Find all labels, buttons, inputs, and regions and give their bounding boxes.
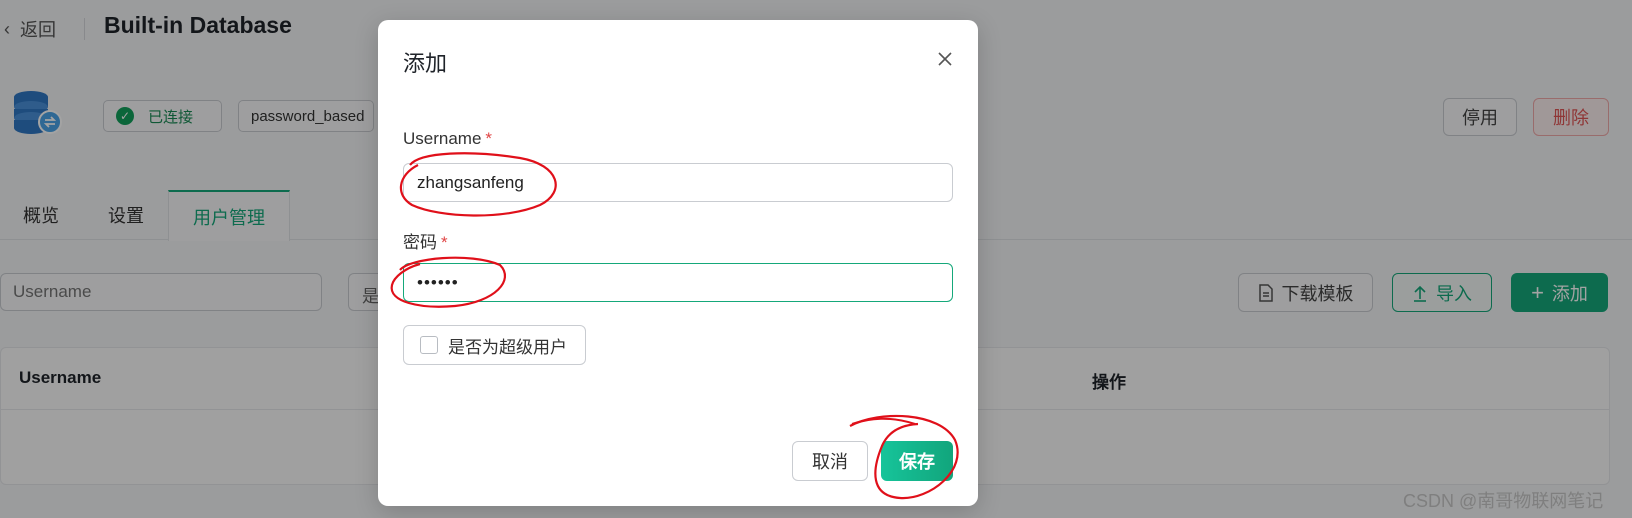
superuser-checkbox[interactable]: 是否为超级用户 xyxy=(403,325,586,365)
required-mark: * xyxy=(485,129,493,148)
password-label-text: 密码 xyxy=(403,233,437,252)
save-button[interactable]: 保存 xyxy=(881,441,953,481)
add-user-dialog: 添加 Username* 密码* 是否为超级用户 取消 保存 xyxy=(378,20,978,506)
required-mark: * xyxy=(441,233,448,252)
close-icon[interactable] xyxy=(932,46,958,72)
cancel-button[interactable]: 取消 xyxy=(792,441,868,481)
watermark: CSDN @南哥物联网笔记 xyxy=(1403,491,1604,511)
dialog-title: 添加 xyxy=(403,51,448,76)
superuser-label: 是否为超级用户 xyxy=(448,337,567,357)
username-label-text: Username xyxy=(403,129,482,148)
password-field[interactable] xyxy=(403,263,953,302)
username-field[interactable] xyxy=(403,163,953,202)
checkbox-icon[interactable] xyxy=(420,336,438,354)
username-label: Username * xyxy=(403,129,492,149)
password-label: 密码 * xyxy=(403,228,448,253)
